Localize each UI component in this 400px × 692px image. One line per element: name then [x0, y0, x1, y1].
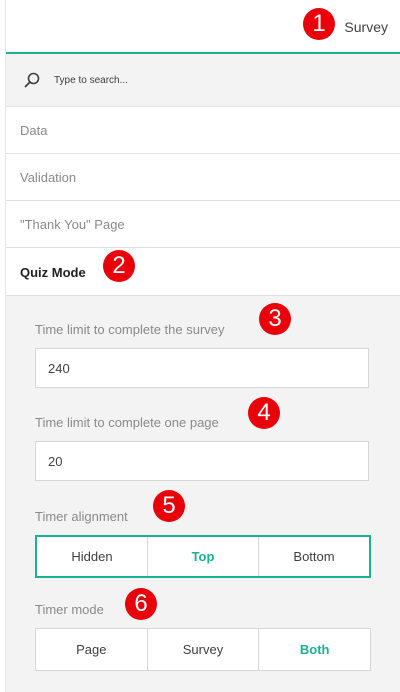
- search-icon: [24, 72, 40, 88]
- timer-alignment-label: Timer alignment: [35, 509, 128, 524]
- category-data[interactable]: Data: [6, 107, 400, 154]
- time-limit-page-input[interactable]: [35, 441, 369, 481]
- timer-mode-survey[interactable]: Survey: [148, 629, 260, 670]
- time-limit-survey-input[interactable]: [35, 348, 369, 388]
- timer-mode-label: Timer mode: [35, 602, 104, 617]
- timer-mode-both[interactable]: Both: [259, 629, 370, 670]
- time-limit-survey-label: Time limit to complete the survey: [35, 322, 225, 337]
- timer-alignment-bottom[interactable]: Bottom: [259, 537, 369, 576]
- annotation-badge-1: 1: [303, 8, 335, 40]
- annotation-badge-4: 4: [248, 397, 280, 429]
- category-quiz-mode[interactable]: Quiz Mode: [6, 249, 400, 296]
- category-label: "Thank You" Page: [20, 217, 125, 232]
- timer-alignment-hidden[interactable]: Hidden: [37, 537, 148, 576]
- timer-alignment-group: Hidden Top Bottom: [35, 535, 371, 578]
- annotation-badge-5: 5: [153, 490, 185, 522]
- timer-mode-page[interactable]: Page: [36, 629, 148, 670]
- annotation-badge-2: 2: [103, 250, 135, 282]
- time-limit-page-label: Time limit to complete one page: [35, 415, 219, 430]
- search-bar: [6, 54, 400, 107]
- category-label: Validation: [20, 170, 77, 185]
- survey-title[interactable]: Survey: [344, 19, 388, 35]
- timer-mode-group: Page Survey Both: [35, 628, 371, 671]
- annotation-badge-6: 6: [125, 588, 157, 620]
- category-label: Data: [20, 123, 48, 138]
- header: [6, 0, 400, 53]
- category-label: Quiz Mode: [20, 265, 86, 280]
- category-validation[interactable]: Validation: [6, 154, 400, 201]
- category-thank-you-page[interactable]: "Thank You" Page: [6, 201, 400, 248]
- timer-alignment-top[interactable]: Top: [148, 537, 259, 576]
- search-input[interactable]: [54, 71, 384, 89]
- annotation-badge-3: 3: [259, 303, 291, 335]
